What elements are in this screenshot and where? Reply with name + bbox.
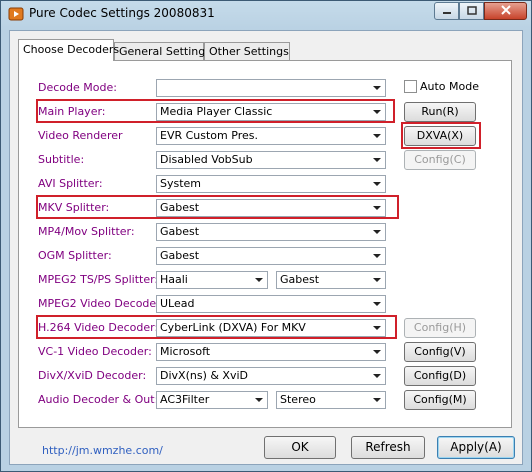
- close-icon: [500, 4, 511, 18]
- avi-splitter-select[interactable]: System: [156, 175, 386, 193]
- ogm-splitter-select[interactable]: Gabest: [156, 247, 386, 265]
- mpeg2-ts-label: MPEG2 TS/PS Splitter:: [38, 273, 159, 286]
- app-window: Pure Codec Settings 20080831 Choose Deco…: [0, 0, 532, 472]
- decoders-panel: Decode Mode: Main Player: Media Player C…: [18, 60, 512, 428]
- audio-out-value: Stereo: [280, 393, 316, 406]
- mpeg2-ts-select-2[interactable]: Gabest: [276, 271, 386, 289]
- mp4-splitter-select[interactable]: Gabest: [156, 223, 386, 241]
- mpeg2-ts-value-1: Haali: [160, 273, 188, 286]
- mp4-splitter-value: Gabest: [160, 225, 200, 238]
- auto-mode-checkbox[interactable]: [404, 80, 417, 93]
- chevron-down-icon: [373, 254, 381, 258]
- vc1-label: VC-1 Video Decoder:: [38, 345, 152, 358]
- run-button[interactable]: Run(R): [404, 102, 476, 122]
- mp4-splitter-label: MP4/Mov Splitter:: [38, 225, 135, 238]
- ogm-splitter-label: OGM Splitter:: [38, 249, 112, 262]
- video-renderer-label: Video Renderer: [38, 129, 123, 142]
- close-button[interactable]: [484, 2, 527, 20]
- divx-value: DivX(ns) & XviD: [160, 369, 248, 382]
- mpeg2-video-select[interactable]: ULead: [156, 295, 386, 313]
- client-area: Choose Decoders General Settings Other S…: [9, 30, 523, 465]
- highlight-mkv-splitter: [36, 195, 399, 219]
- decode-mode-select[interactable]: [156, 79, 386, 97]
- divx-label: DivX/XviD Decoder:: [38, 369, 147, 382]
- apply-button[interactable]: Apply(A): [437, 436, 515, 459]
- chevron-down-icon: [255, 398, 263, 402]
- maximize-icon: [466, 5, 477, 18]
- app-icon: [8, 6, 24, 22]
- homepage-link[interactable]: http://jm.wmzhe.com/: [42, 444, 163, 457]
- vc1-value: Microsoft: [160, 345, 211, 358]
- chevron-down-icon: [373, 350, 381, 354]
- chevron-down-icon: [373, 158, 381, 162]
- auto-mode-label: Auto Mode: [420, 80, 480, 93]
- mpeg2-ts-value-2: Gabest: [280, 273, 320, 286]
- chevron-down-icon: [373, 182, 381, 186]
- refresh-button[interactable]: Refresh: [351, 436, 425, 459]
- decode-mode-label: Decode Mode:: [38, 81, 117, 94]
- audio-decoder-select[interactable]: AC3Filter: [156, 391, 268, 409]
- chevron-down-icon: [373, 230, 381, 234]
- video-renderer-value: EVR Custom Pres.: [160, 129, 258, 142]
- mpeg2-video-value: ULead: [160, 297, 195, 310]
- config-d-button[interactable]: Config(D): [404, 366, 476, 386]
- ogm-splitter-value: Gabest: [160, 249, 200, 262]
- chevron-down-icon: [255, 278, 263, 282]
- highlight-main-player: [36, 99, 395, 123]
- divx-select[interactable]: DivX(ns) & XviD: [156, 367, 386, 385]
- video-renderer-select[interactable]: EVR Custom Pres.: [156, 127, 386, 145]
- minimize-icon: [442, 5, 452, 18]
- subtitle-label: Subtitle:: [38, 153, 85, 166]
- vc1-select[interactable]: Microsoft: [156, 343, 386, 361]
- mpeg2-video-label: MPEG2 Video Decoder:: [38, 297, 165, 310]
- chevron-down-icon: [373, 134, 381, 138]
- minimize-button[interactable]: [434, 2, 459, 20]
- subtitle-select[interactable]: Disabled VobSub: [156, 151, 386, 169]
- highlight-dxva: [401, 122, 481, 149]
- chevron-down-icon: [373, 302, 381, 306]
- tab-choose-decoders[interactable]: Choose Decoders: [18, 39, 119, 61]
- config-v-button[interactable]: Config(V): [404, 342, 476, 362]
- avi-splitter-value: System: [160, 177, 202, 190]
- chevron-down-icon: [373, 278, 381, 282]
- tab-other-settings[interactable]: Other Settings: [204, 42, 290, 60]
- chevron-down-icon: [373, 374, 381, 378]
- window-title: Pure Codec Settings 20080831: [29, 6, 215, 20]
- highlight-h264: [36, 315, 397, 339]
- maximize-button[interactable]: [459, 2, 484, 20]
- avi-splitter-label: AVI Splitter:: [38, 177, 103, 190]
- subtitle-value: Disabled VobSub: [160, 153, 253, 166]
- ok-button[interactable]: OK: [264, 436, 336, 459]
- config-c-button[interactable]: Config(C): [404, 150, 476, 170]
- mpeg2-ts-select-1[interactable]: Haali: [156, 271, 268, 289]
- config-h-button[interactable]: Config(H): [404, 318, 476, 338]
- chevron-down-icon: [373, 86, 381, 90]
- audio-decoder-value: AC3Filter: [160, 393, 210, 406]
- title-bar[interactable]: Pure Codec Settings 20080831: [1, 1, 531, 29]
- tab-general-settings[interactable]: General Settings: [114, 42, 211, 60]
- audio-label: Audio Decoder & Out:: [38, 393, 159, 406]
- audio-out-select[interactable]: Stereo: [276, 391, 386, 409]
- chevron-down-icon: [373, 398, 381, 402]
- config-m-button[interactable]: Config(M): [404, 390, 476, 410]
